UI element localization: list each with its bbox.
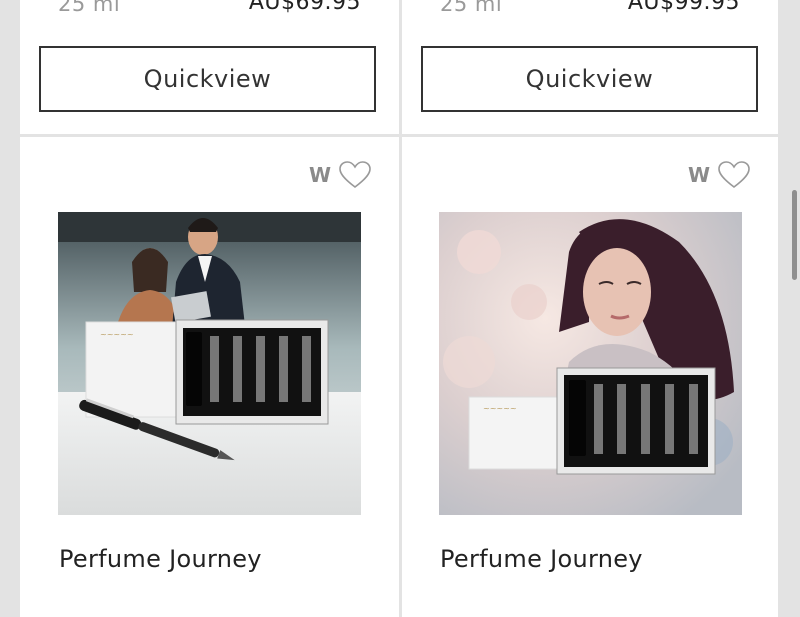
- svg-text:~~~~~: ~~~~~: [483, 404, 517, 413]
- product-card: W ~~~~~ Perfume Journey: [402, 137, 778, 617]
- quickview-button[interactable]: Quickview: [421, 46, 758, 112]
- product-image[interactable]: ~~~~~: [58, 212, 361, 515]
- product-grid: 25 ml AU$69.95 Quickview 25 ml AU$99.95 …: [0, 0, 800, 617]
- wishlist-letter: W: [308, 163, 331, 187]
- wishlist-control[interactable]: W: [309, 161, 371, 189]
- heart-outline-icon[interactable]: [339, 161, 371, 189]
- product-card: 25 ml AU$99.95 Quickview: [402, 0, 778, 134]
- product-size: 25 ml: [440, 0, 503, 16]
- quickview-button[interactable]: Quickview: [39, 46, 376, 112]
- product-title[interactable]: Perfume Journey: [59, 545, 262, 573]
- wishlist-control[interactable]: W: [688, 161, 750, 189]
- product-card: 25 ml AU$69.95 Quickview: [20, 0, 399, 134]
- wishlist-letter: W: [687, 163, 710, 187]
- heart-outline-icon[interactable]: [718, 161, 750, 189]
- svg-text:~~~~~: ~~~~~: [100, 330, 134, 339]
- product-title[interactable]: Perfume Journey: [440, 545, 643, 573]
- product-image[interactable]: ~~~~~: [439, 212, 742, 515]
- product-size: 25 ml: [58, 0, 121, 16]
- scrollbar-thumb[interactable]: [792, 190, 797, 280]
- product-price: AU$69.95: [248, 0, 361, 15]
- product-card: W ~~~~~ Perfume Journey: [20, 137, 399, 617]
- product-price: AU$99.95: [627, 0, 740, 15]
